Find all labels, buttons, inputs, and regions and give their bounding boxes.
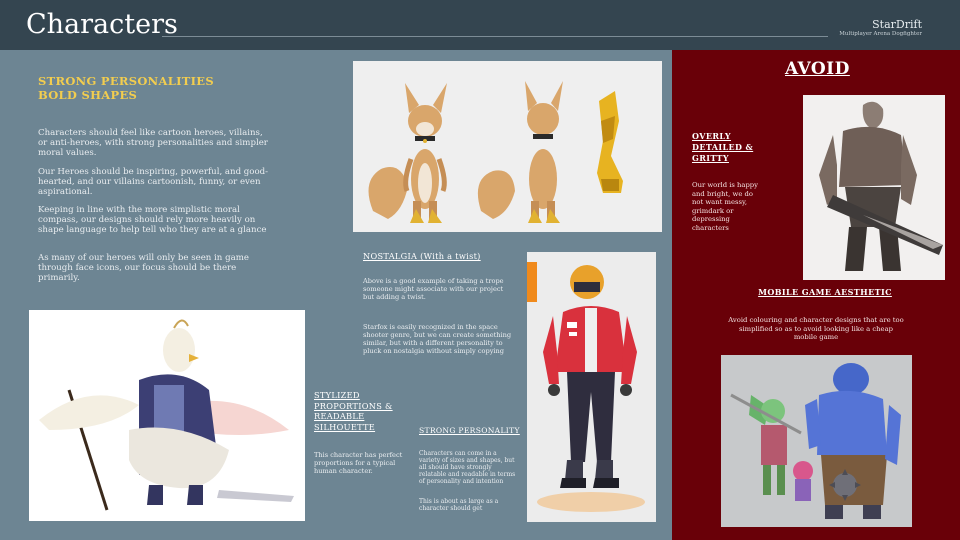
- intro-paragraph-3: Keeping in line with the more simplistic…: [38, 205, 267, 235]
- mobile-game-text: Avoid colouring and character designs th…: [728, 316, 904, 342]
- avoid-title: AVOID: [785, 59, 850, 79]
- strong-personality-paragraph-1: Characters can come in a variety of size…: [419, 450, 516, 485]
- gritty-warrior-image: [803, 95, 945, 280]
- overly-detailed-text: Our world is happy and bright, we do not…: [692, 181, 758, 232]
- intro-paragraph-2: Our Heroes should be inspiring, powerful…: [38, 167, 269, 197]
- page-title: Characters: [26, 9, 178, 40]
- brand-name: StarDrift: [872, 18, 922, 31]
- mobile-game-heading: MOBILE GAME AESTHETIC: [758, 287, 892, 297]
- stylized-paragraph: This character has perfect proportions f…: [314, 451, 403, 475]
- intro-paragraph-4: As many of our heroes will only be seen …: [38, 253, 249, 283]
- title-divider: [162, 36, 828, 37]
- strong-personality-paragraph-2: This is about as large as a character sh…: [419, 498, 499, 512]
- brand-subtitle: Multiplayer Arena Dogfighter: [839, 31, 922, 37]
- intro-heading-line1: STRONG PERSONALITIES: [38, 74, 214, 88]
- fox-character-image: [353, 61, 662, 232]
- strong-personality-heading: STRONG PERSONALITY: [419, 426, 520, 435]
- overly-detailed-heading: OVERLY DETAILED & GRITTY: [692, 131, 754, 163]
- nostalgia-heading: NOSTALGIA (With a twist): [363, 251, 481, 261]
- header-bar: Characters StarDrift Multiplayer Arena D…: [0, 0, 960, 50]
- intro-heading-line2: BOLD SHAPES: [38, 88, 138, 102]
- pilot-character-image: [527, 252, 656, 522]
- stylized-heading: STYLIZED PROPORTIONS & READABLE SILHOUET…: [314, 390, 393, 432]
- mobile-heroes-image: [721, 355, 912, 527]
- nostalgia-paragraph-2: Starfox is easily recognized in the spac…: [363, 323, 512, 355]
- intro-paragraph-1: Characters should feel like cartoon hero…: [38, 128, 268, 158]
- bird-knight-image: [29, 310, 305, 521]
- nostalgia-paragraph-1: Above is a good example of taking a trop…: [363, 277, 504, 301]
